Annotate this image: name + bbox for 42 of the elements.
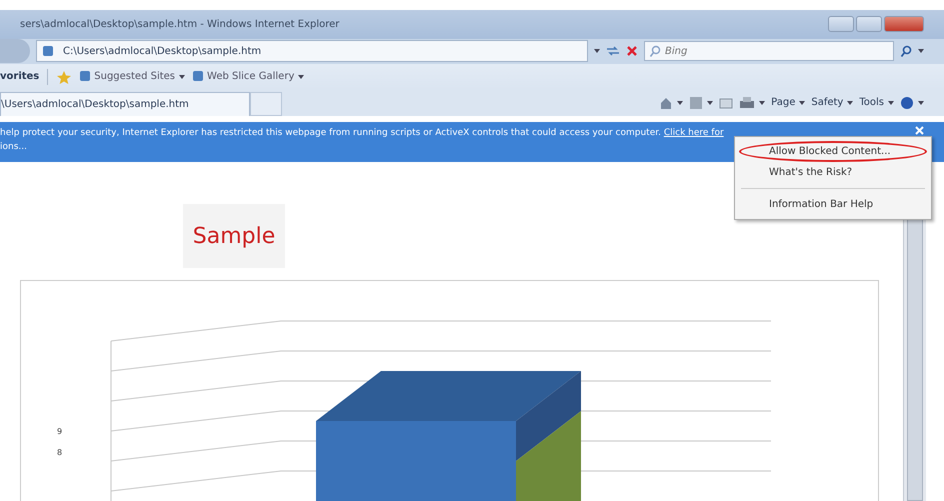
- caret-icon[interactable]: [179, 74, 186, 79]
- help-icon[interactable]: [900, 96, 914, 110]
- menu-item[interactable]: Allow Blocked Content...: [739, 141, 927, 162]
- stop-icon[interactable]: [626, 45, 638, 58]
- favorites-link[interactable]: Web Slice Gallery: [193, 71, 294, 82]
- page-heading: Sample: [192, 224, 276, 249]
- caret-icon[interactable]: [799, 100, 806, 105]
- caret-icon[interactable]: [918, 100, 924, 105]
- star-icon[interactable]: [56, 70, 72, 84]
- favorites-link[interactable]: Suggested Sites: [80, 71, 176, 82]
- window-title: sers\admlocal\Desktop\sample.htm - Windows Internet Explorer: [20, 18, 340, 30]
- menu-item[interactable]: What's the Risk?: [735, 162, 931, 184]
- info-message: help protect your security, Internet Explorer has restricted this webpage from running scripts or ActiveX controls that could access your computer.: [0, 128, 661, 138]
- caret-icon[interactable]: [918, 49, 924, 54]
- command-menu[interactable]: Safety: [811, 97, 844, 108]
- refresh-icon[interactable]: [606, 45, 620, 58]
- maximize-button[interactable]: [856, 16, 882, 32]
- favorites-label[interactable]: vorites: [0, 71, 40, 82]
- caret-icon[interactable]: [888, 100, 894, 105]
- caret-icon[interactable]: [847, 100, 854, 105]
- menu-item[interactable]: Information Bar Help: [735, 194, 931, 216]
- caret-icon[interactable]: [677, 100, 684, 105]
- info-message: ions...: [0, 142, 27, 152]
- axis-tick-label: 9: [57, 427, 62, 436]
- caret-icon[interactable]: [707, 100, 714, 105]
- browser-tab[interactable]: \Users\admlocal\Desktop\sample.htm: [0, 92, 250, 116]
- axis-tick-label: 8: [57, 448, 62, 458]
- options-link[interactable]: Click here for: [664, 128, 724, 138]
- search-icon: [649, 45, 661, 58]
- caret-icon[interactable]: [298, 74, 304, 79]
- command-menu[interactable]: Page: [771, 97, 796, 108]
- page-icon: [43, 46, 53, 56]
- address-field[interactable]: C:\Users\admlocal\Desktop\sample.htm: [36, 40, 588, 62]
- printer-icon[interactable]: [739, 96, 756, 110]
- command-menu[interactable]: Tools: [859, 97, 884, 108]
- search-icon[interactable]: [900, 44, 912, 58]
- search-field[interactable]: Bing: [644, 41, 894, 62]
- caret-icon[interactable]: [759, 100, 766, 105]
- caret-icon[interactable]: [594, 49, 600, 54]
- close-icon[interactable]: [915, 126, 924, 136]
- close-button[interactable]: [884, 16, 924, 32]
- minimize-button[interactable]: [828, 16, 854, 32]
